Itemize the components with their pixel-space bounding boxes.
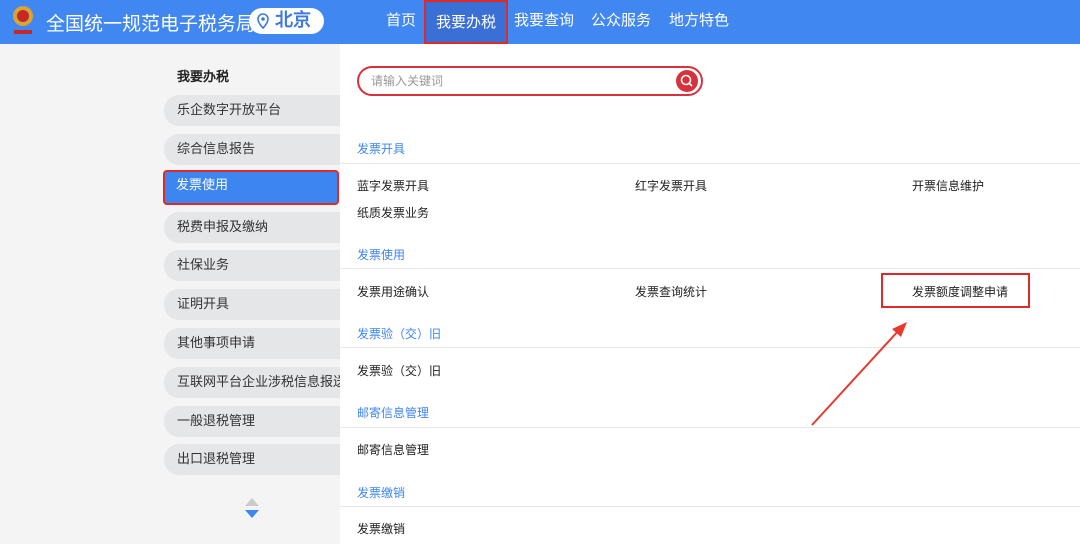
service-link[interactable]: 蓝字发票开具 (357, 177, 429, 194)
nav-home[interactable]: 首页 (386, 0, 416, 44)
divider (340, 427, 1080, 428)
sidebar-item[interactable]: 乐企数字开放平台 (164, 95, 340, 126)
service-link[interactable]: 邮寄信息管理 (357, 441, 429, 458)
city-label: 北京 (275, 10, 311, 31)
service-link[interactable]: 开票信息维护 (912, 177, 984, 194)
divider (340, 347, 1080, 348)
section-title: 邮寄信息管理 (357, 406, 430, 420)
search-input[interactable]: 请输入关键词 (357, 66, 703, 96)
search-button[interactable] (676, 70, 698, 92)
sidebar-item-active[interactable]: 发票使用 (163, 170, 339, 205)
sidebar-title: 我要办税 (177, 70, 230, 85)
search-icon (680, 74, 693, 87)
annotation-arrow-icon (811, 322, 907, 426)
sidebar-item[interactable]: 证明开具 (164, 289, 340, 320)
sidebar-item[interactable]: 其他事项申请 (164, 328, 340, 359)
sidebar-item[interactable]: 税费申报及缴纳 (164, 212, 340, 243)
sidebar-item[interactable]: 一般退税管理 (164, 406, 340, 437)
service-link[interactable]: 发票缴销 (357, 520, 405, 537)
sidebar-item[interactable]: 社保业务 (164, 250, 340, 281)
section-title: 发票开具 (357, 142, 406, 156)
tax-emblem-icon (13, 6, 33, 34)
divider (340, 268, 1080, 269)
divider (340, 506, 1080, 507)
nav-local-features[interactable]: 地方特色 (669, 0, 729, 44)
nav-tax-handling[interactable]: 我要办税 (424, 0, 509, 44)
section-title: 发票使用 (357, 248, 406, 262)
nav-query[interactable]: 我要查询 (514, 0, 574, 44)
sidebar-item[interactable]: 出口退税管理 (164, 444, 340, 475)
city-selector[interactable]: 北京 (249, 8, 324, 34)
divider (340, 163, 1080, 164)
sidebar-item[interactable]: 互联网平台企业涉税信息报送 (164, 367, 340, 398)
service-link[interactable]: 发票用途确认 (357, 283, 429, 300)
section-title: 发票缴销 (357, 486, 406, 500)
section-title: 发票验（交）旧 (357, 327, 442, 341)
service-link[interactable]: 发票验（交）旧 (357, 362, 441, 379)
service-link-quota-adjust[interactable]: 发票额度调整申请 (912, 283, 1008, 300)
header: 全国统一规范电子税务局 北京 首页 我要办税 我要查询 公众服务 地方特色 (0, 0, 1080, 44)
service-link[interactable]: 纸质发票业务 (357, 204, 429, 221)
service-link[interactable]: 红字发票开具 (635, 177, 707, 194)
nav-public-service[interactable]: 公众服务 (591, 0, 651, 44)
site-title: 全国统一规范电子税务局 (46, 13, 256, 35)
sidebar-item[interactable]: 综合信息报告 (164, 134, 340, 165)
service-link[interactable]: 发票查询统计 (635, 283, 707, 300)
scroll-arrows-icon[interactable] (244, 497, 260, 521)
location-icon (257, 13, 269, 29)
search-placeholder: 请输入关键词 (371, 74, 444, 88)
